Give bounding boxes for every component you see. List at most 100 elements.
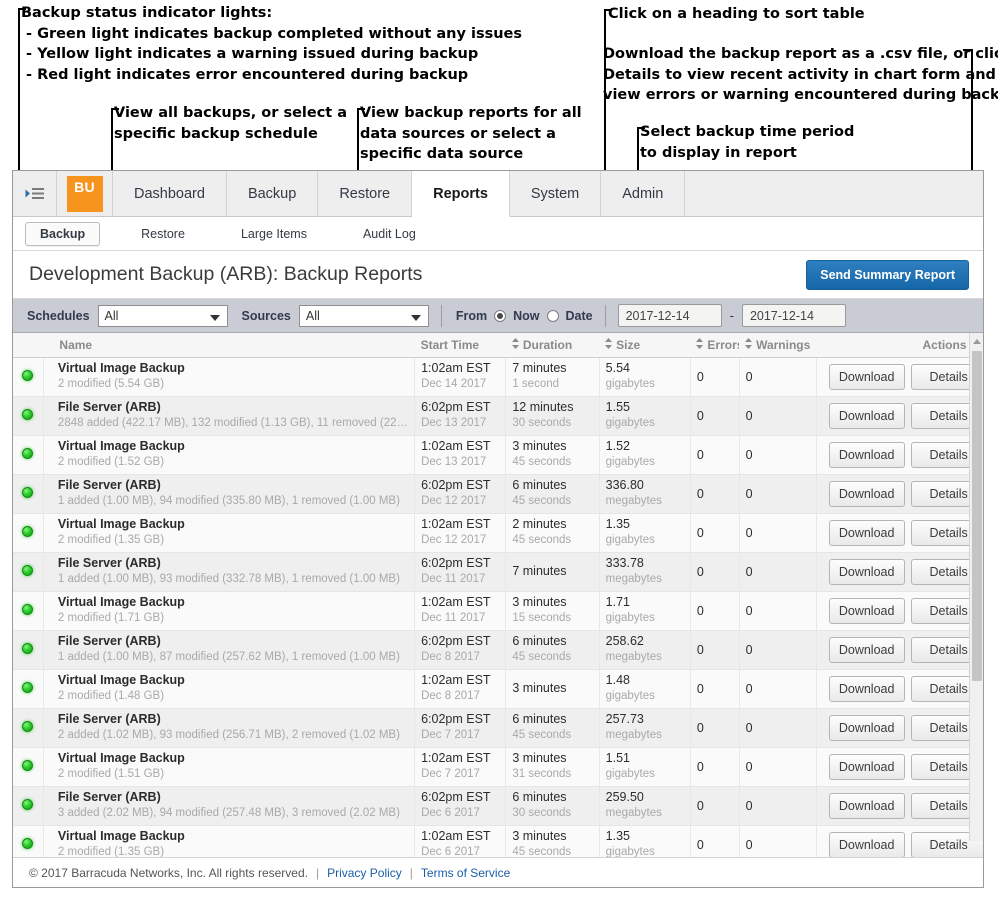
subtab-backup[interactable]: Backup — [25, 221, 101, 246]
status-light-green-icon — [22, 369, 34, 381]
column-header-errors[interactable]: Errors — [690, 333, 743, 358]
row-start-time: 1:02am EST — [421, 361, 491, 376]
from-label: From — [455, 308, 488, 323]
download-button[interactable]: Download — [828, 831, 905, 858]
row-name-cell: Virtual Image Backup 2 modified (1.52 GB) — [43, 435, 416, 475]
column-header-duration[interactable]: Duration — [505, 333, 600, 358]
download-button[interactable]: Download — [828, 636, 905, 663]
leader-tick-schedules — [111, 108, 119, 110]
table-scrollbar[interactable] — [969, 333, 983, 841]
row-actions-cell: Download Details — [816, 435, 983, 475]
download-button[interactable]: Download — [828, 792, 905, 819]
privacy-policy-link[interactable]: Privacy Policy — [327, 866, 402, 880]
table-row[interactable]: Virtual Image Backup 2 modified (1.51 GB)… — [13, 747, 983, 787]
row-status-cell — [13, 786, 44, 826]
row-duration-secondary: 15 seconds — [512, 611, 572, 624]
row-detail: 3 added (2.02 MB), 94 modified (257.48 M… — [57, 806, 400, 819]
footer-separator: | — [409, 865, 413, 880]
table-row[interactable]: Virtual Image Backup 2 modified (1.48 GB)… — [13, 669, 983, 709]
sources-select[interactable]: All — [298, 304, 429, 327]
download-button[interactable]: Download — [828, 753, 905, 780]
download-button[interactable]: Download — [828, 402, 905, 429]
row-duration-primary: 3 minutes — [512, 680, 567, 695]
download-button[interactable]: Download — [828, 441, 905, 468]
row-duration-cell: 7 minutes — [505, 552, 600, 592]
row-size-value: 1.35 — [605, 517, 630, 532]
annotation-sources: View backup reports for all data sources… — [360, 105, 582, 163]
scrollbar-thumb[interactable] — [972, 351, 982, 681]
subtab-audit-log[interactable]: Audit Log — [348, 222, 431, 246]
column-header-size[interactable]: Size — [599, 333, 691, 358]
chevron-down-icon — [410, 314, 421, 321]
table-row[interactable]: File Server (ARB) 1 added (1.00 MB), 87 m… — [13, 630, 983, 670]
tab-dashboard[interactable]: Dashboard — [113, 171, 227, 216]
row-status-cell — [13, 708, 44, 748]
row-duration-secondary: 31 seconds — [512, 767, 572, 780]
download-button[interactable]: Download — [828, 597, 905, 624]
send-summary-report-button[interactable]: Send Summary Report — [806, 259, 969, 290]
footer-separator: | — [315, 865, 320, 880]
column-header-warnings[interactable]: Warnings — [739, 333, 824, 358]
tab-reports[interactable]: Reports — [412, 171, 510, 217]
subtab-restore[interactable]: Restore — [126, 222, 200, 246]
download-button[interactable]: Download — [828, 675, 905, 702]
tab-admin[interactable]: Admin — [601, 171, 686, 216]
column-header-start-time[interactable]: Start Time — [414, 333, 506, 358]
row-detail: 2848 added (422.17 MB), 132 modified (1.… — [57, 416, 409, 429]
warnings-label: Warnings — [756, 337, 811, 352]
row-duration-primary: 7 minutes — [512, 361, 567, 376]
date-start-input[interactable]: 2017-12-14 — [617, 304, 722, 327]
row-duration-secondary: 30 seconds — [512, 416, 572, 429]
row-name-cell: Virtual Image Backup 2 modified (1.48 GB) — [43, 669, 416, 709]
download-button[interactable]: Download — [828, 714, 905, 741]
status-light-green-icon — [22, 603, 34, 615]
tab-restore[interactable]: Restore — [318, 171, 413, 216]
reports-table-container: Name Start Time Duration Size Errors War… — [13, 333, 983, 865]
sort-icon — [605, 337, 613, 349]
download-button[interactable]: Download — [828, 480, 905, 507]
filter-divider — [440, 304, 442, 327]
column-header-name[interactable]: Name — [43, 333, 415, 358]
collapse-sidebar-icon[interactable] — [13, 171, 57, 216]
row-name: File Server (ARB) — [57, 790, 161, 805]
table-body: Virtual Image Backup 2 modified (5.54 GB)… — [13, 357, 983, 865]
sort-icon — [745, 337, 753, 349]
schedules-select[interactable]: All — [97, 304, 228, 327]
row-duration-primary: 7 minutes — [512, 563, 567, 578]
table-row[interactable]: Virtual Image Backup 2 modified (1.35 GB)… — [13, 513, 983, 553]
download-button[interactable]: Download — [828, 519, 905, 546]
radio-date[interactable] — [546, 309, 559, 322]
row-detail: 2 modified (1.71 GB) — [57, 611, 165, 624]
product-logo: BU — [57, 171, 113, 216]
table-row[interactable]: File Server (ARB) 1 added (1.00 MB), 94 m… — [13, 474, 983, 514]
radio-now-label[interactable]: Now — [513, 309, 539, 323]
table-row[interactable]: File Server (ARB) 2848 added (422.17 MB),… — [13, 396, 983, 436]
row-start-time: 1:02am EST — [421, 517, 491, 532]
tab-backup[interactable]: Backup — [226, 171, 319, 216]
table-row[interactable]: File Server (ARB) 2 added (1.02 MB), 93 m… — [13, 708, 983, 748]
scroll-up-arrow-icon[interactable] — [973, 339, 981, 344]
row-name-cell: Virtual Image Backup 2 modified (1.35 GB) — [43, 513, 416, 553]
tab-system[interactable]: System — [509, 171, 602, 216]
start-time-label: Start Time — [420, 337, 480, 352]
date-end-input[interactable]: 2017-12-14 — [741, 304, 846, 327]
row-actions-cell: Download Details — [816, 630, 983, 670]
radio-date-label[interactable]: Date — [566, 309, 593, 323]
table-row[interactable]: Virtual Image Backup 2 modified (1.52 GB)… — [13, 435, 983, 475]
download-button[interactable]: Download — [828, 363, 905, 390]
row-name-cell: File Server (ARB) 2 added (1.02 MB), 93 m… — [43, 708, 416, 748]
row-size-unit: gigabytes — [605, 455, 655, 468]
table-row[interactable]: File Server (ARB) 1 added (1.00 MB), 93 m… — [13, 552, 983, 592]
table-row[interactable]: Virtual Image Backup 2 modified (1.71 GB)… — [13, 591, 983, 631]
download-button[interactable]: Download — [828, 558, 905, 585]
table-row[interactable]: File Server (ARB) 3 added (2.02 MB), 94 m… — [13, 786, 983, 826]
annotation-schedules: View all backups, or select a specific b… — [114, 105, 348, 142]
sort-icon — [511, 337, 520, 349]
row-size-value: 336.80 — [605, 478, 644, 493]
terms-of-service-link[interactable]: Terms of Service — [421, 866, 510, 880]
subtab-large-items[interactable]: Large Items — [226, 222, 322, 246]
radio-now[interactable] — [494, 309, 507, 322]
table-row[interactable]: Virtual Image Backup 2 modified (5.54 GB)… — [13, 357, 983, 397]
row-status-cell — [13, 747, 44, 787]
row-errors-cell: 0 — [690, 747, 740, 787]
